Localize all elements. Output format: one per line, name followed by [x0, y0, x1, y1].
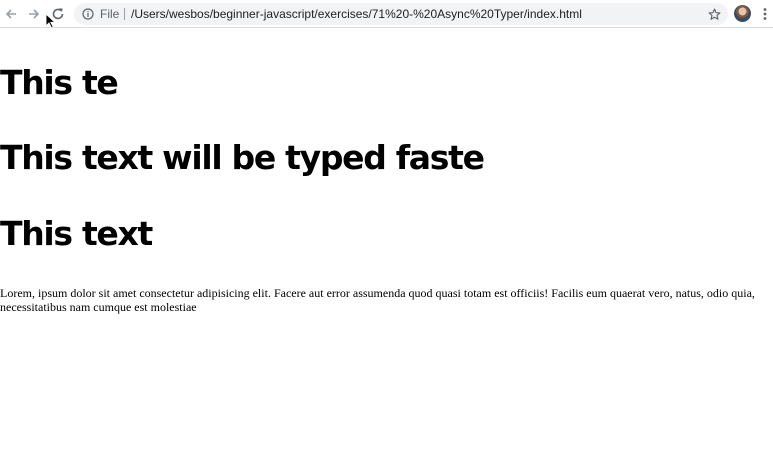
typed-heading-1: This te — [0, 63, 119, 102]
page-content: This te This text will be typed faste Th… — [0, 28, 773, 450]
lorem-paragraph: Lorem, ipsum dolor sit amet consectetur … — [0, 286, 755, 314]
forward-arrow-icon — [29, 9, 40, 19]
star-icon — [708, 8, 720, 20]
scheme-label: File — [100, 7, 120, 21]
browser-toolbar: File /Users/wesbos/beginner-javascript/e… — [0, 0, 773, 28]
more-vert-icon — [763, 8, 767, 20]
bookmark-button[interactable] — [706, 6, 722, 22]
profile-avatar[interactable] — [734, 5, 751, 22]
back-arrow-icon — [5, 9, 16, 19]
url-text[interactable]: /Users/wesbos/beginner-javascript/exerci… — [131, 7, 582, 21]
address-bar[interactable]: File /Users/wesbos/beginner-javascript/e… — [74, 3, 728, 25]
info-icon[interactable] — [82, 8, 94, 20]
back-button[interactable] — [2, 5, 20, 23]
forward-button[interactable] — [25, 5, 43, 23]
typed-heading-2: This text will be typed faste — [0, 138, 485, 177]
typed-heading-3: This text — [0, 214, 153, 253]
browser-menu-button[interactable] — [760, 5, 770, 23]
mouse-cursor-icon — [45, 13, 57, 29]
omnibox-divider — [124, 8, 125, 20]
